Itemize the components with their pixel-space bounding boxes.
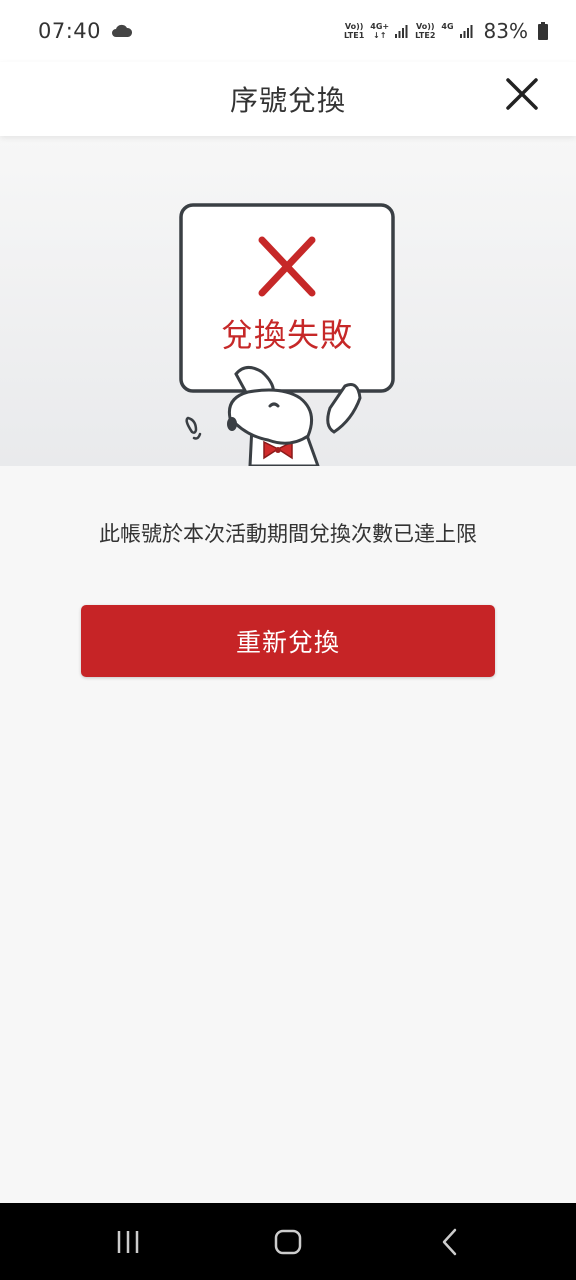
network-type-1: 4G+ ↓↑ bbox=[370, 22, 390, 40]
dog-mascot bbox=[179, 203, 395, 466]
battery-icon bbox=[538, 22, 548, 40]
back-icon[interactable] bbox=[435, 1227, 465, 1257]
home-icon[interactable] bbox=[273, 1227, 303, 1257]
retry-redeem-button[interactable]: 重新兌換 bbox=[81, 605, 495, 677]
app-header: 序號兌換 bbox=[0, 62, 576, 136]
network-type-2: 4G bbox=[441, 22, 454, 31]
cloud-icon bbox=[112, 24, 133, 37]
retry-button-label: 重新兌換 bbox=[235, 628, 340, 657]
page-title: 序號兌換 bbox=[229, 84, 346, 117]
system-nav-bar bbox=[0, 1203, 576, 1280]
sim1-indicator: Vo)) LTE1 bbox=[344, 22, 365, 40]
battery-percent: 83% bbox=[483, 19, 528, 43]
status-bar: 07:40 Vo)) LTE1 4G+ ↓↑ Vo)) LTE2 4G 83% bbox=[0, 0, 576, 62]
sign-text: 兌換失敗 bbox=[220, 316, 353, 354]
signal-icon bbox=[395, 25, 408, 38]
failure-illustration: 兌換失敗 bbox=[0, 136, 576, 466]
close-icon[interactable] bbox=[504, 76, 540, 112]
signal-icon bbox=[459, 25, 473, 38]
error-message: 此帳號於本次活動期間兌換次數已達上限 bbox=[99, 522, 477, 546]
sim2-indicator: Vo)) LTE2 bbox=[415, 22, 436, 40]
status-icons: Vo)) LTE1 4G+ ↓↑ Vo)) LTE2 4G 83% bbox=[344, 19, 548, 43]
status-time: 07:40 bbox=[38, 19, 102, 43]
recent-apps-icon[interactable] bbox=[113, 1227, 143, 1257]
